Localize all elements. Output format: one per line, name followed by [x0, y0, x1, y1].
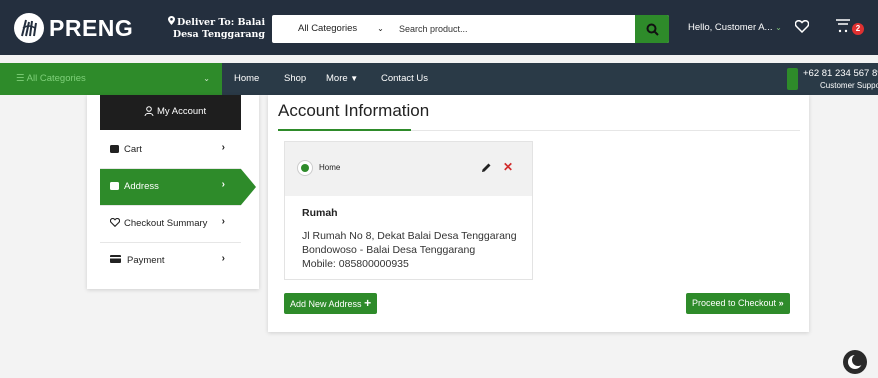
location-pin-icon: [168, 16, 175, 29]
sidebar-item-label: Payment: [127, 255, 165, 266]
category-select[interactable]: All Categories ⌄: [298, 15, 384, 43]
sidebar-item-label: Cart: [124, 144, 142, 155]
logo-text: PRENG: [49, 14, 134, 41]
address-line-2: Bondowoso - Balai Desa Tenggarang: [302, 244, 476, 256]
chevron-right-icon: ›: [221, 216, 225, 227]
address-card: Home ✕ Rumah Jl Rumah No 8, Dekat Balai …: [284, 141, 533, 280]
nav-home[interactable]: Home: [234, 63, 259, 95]
phone-icon: [787, 68, 798, 90]
chevron-right-icon: ›: [221, 253, 225, 264]
nav-shop[interactable]: Shop: [284, 63, 306, 95]
sidebar-item-cart[interactable]: Cart ›: [100, 132, 241, 169]
top-header: PRENG Deliver To: Balai Desa Tenggarang …: [0, 0, 878, 55]
plus-icon: +: [364, 296, 372, 310]
all-categories-menu[interactable]: ☰ All Categories ⌄: [0, 63, 222, 95]
nav-contact[interactable]: Contact Us: [381, 63, 428, 95]
deliver-line2: Desa Tenggarang: [172, 29, 266, 40]
add-new-address-button[interactable]: Add New Address +: [284, 293, 378, 314]
nav-more-label: More: [326, 73, 348, 84]
sidebar-item-payment[interactable]: Payment ›: [100, 243, 241, 280]
logo-icon: [14, 13, 44, 43]
chevron-right-icon: ›: [221, 142, 225, 153]
nav-more[interactable]: More ▼: [326, 63, 358, 95]
caret-down-icon: ▼: [350, 74, 359, 83]
page-title: Account Information: [278, 101, 430, 120]
category-select-label: All Categories: [298, 23, 358, 34]
address-name: Rumah: [302, 207, 338, 219]
chevron-down-icon: ⌄: [775, 23, 782, 32]
delete-x-icon[interactable]: ✕: [503, 160, 513, 174]
cart-icon[interactable]: [835, 19, 851, 36]
wishlist-heart-icon[interactable]: [794, 19, 810, 36]
heart-icon: [109, 217, 121, 230]
proceed-to-checkout-label: Proceed to Checkout: [692, 298, 777, 308]
account-menu[interactable]: Hello, Customer A... ⌄: [688, 22, 782, 33]
account-information-panel: Account Information Home ✕ Rumah Jl Ruma…: [268, 95, 809, 332]
cart-count-badge: 2: [852, 23, 864, 35]
chevron-right-icon: ›: [221, 179, 225, 190]
chevron-down-icon: ⌄: [203, 74, 210, 83]
deliver-location[interactable]: Deliver To: Balai Desa Tenggarang: [168, 16, 265, 41]
hamburger-icon: ☰: [16, 73, 25, 84]
address-label: Home: [319, 163, 341, 172]
credit-card-icon: [110, 255, 121, 266]
greeting-text: Hello, Customer A...: [688, 22, 773, 33]
support-phone: +62 81 234 567 891: [803, 68, 878, 79]
moon-icon: [848, 354, 864, 369]
deliver-line1: Deliver To: Balai: [177, 17, 266, 28]
search-input[interactable]: [399, 19, 619, 39]
logo[interactable]: PRENG: [14, 13, 133, 43]
search-bar: All Categories ⌄: [272, 15, 669, 43]
pencil-icon[interactable]: [481, 162, 492, 176]
title-underline: [278, 129, 411, 131]
user-icon: [144, 106, 154, 119]
address-radio-selected[interactable]: [297, 160, 313, 176]
add-new-address-label: Add New Address: [290, 299, 362, 309]
sidebar-item-checkout-summary[interactable]: Checkout Summary ›: [100, 206, 241, 243]
dark-mode-toggle[interactable]: [843, 350, 867, 374]
sidebar-my-account[interactable]: My Account: [100, 95, 241, 130]
sidebar-item-label: Checkout Summary: [124, 218, 208, 229]
sidebar-item-address[interactable]: Address ›: [100, 169, 256, 206]
search-button[interactable]: [635, 15, 669, 43]
address-line-1: Jl Rumah No 8, Dekat Balai Desa Tenggara…: [302, 230, 517, 242]
address-mobile: Mobile: 085800000935: [302, 258, 409, 270]
all-categories-label: All Categories: [26, 73, 86, 84]
sidebar-item-label: Address: [124, 181, 159, 192]
sidebar-my-account-label: My Account: [157, 106, 207, 117]
nav-bar: ☰ All Categories ⌄ Home Shop More ▼ Cont…: [0, 63, 878, 95]
chevron-down-icon: ⌄: [377, 24, 384, 33]
support-label: Customer Support: [820, 81, 878, 90]
search-icon: [646, 23, 659, 36]
double-chevron-right-icon: »: [778, 298, 784, 308]
cart-icon: [110, 144, 119, 156]
address-card-header: Home ✕: [285, 142, 532, 196]
proceed-to-checkout-button[interactable]: Proceed to Checkout »: [686, 293, 790, 314]
account-sidebar: My Account Cart › Address › Checkout Sum…: [87, 95, 259, 289]
address-icon: [110, 181, 119, 193]
